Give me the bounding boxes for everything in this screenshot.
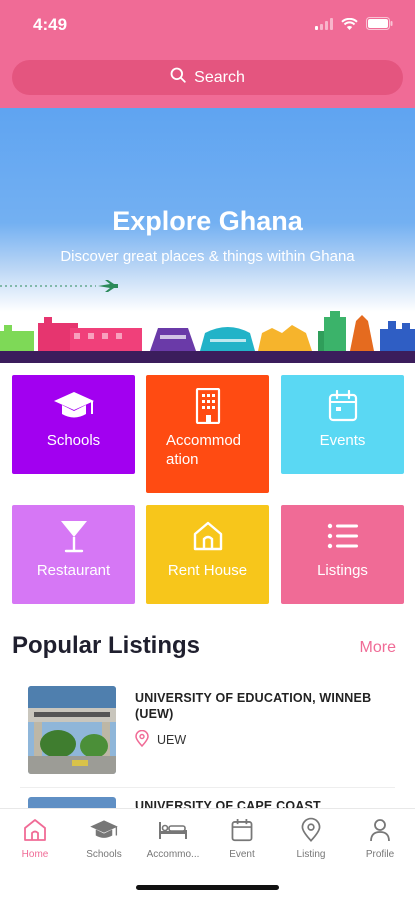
tab-schools[interactable]: Schools [69,815,139,860]
calendar-icon [231,815,253,845]
more-link[interactable]: More [360,639,396,657]
category-label: Events [319,432,366,449]
hero-banner: Explore Ghana Discover great places & th… [0,108,415,363]
bed-icon [158,815,188,845]
tab-home[interactable]: Home [0,815,70,860]
hero-subtitle: Discover great places & things within Gh… [60,248,355,265]
category-label: Rent House [167,562,248,579]
cocktail-glass-icon [59,519,89,553]
app-header: 4:49 Search [0,0,415,108]
graduation-cap-icon [88,815,120,845]
listing-item[interactable]: UNIVERSITY OF EDUCATION, WINNEB (UEW) UE… [28,686,388,776]
listing-title: UNIVERSITY OF EDUCATION, WINNEB (UEW) [135,691,372,721]
listing-item[interactable]: UNIVERSITY OF CAPE COAST [28,797,388,808]
category-events[interactable]: Events [281,375,404,474]
search-placeholder: Search [194,68,245,86]
tab-label: Profile [365,849,395,860]
hero-title: Explore Ghana [112,206,303,236]
tab-label: Listing [296,849,326,860]
person-icon [369,815,391,845]
tab-label: Schools [86,849,122,860]
category-label: Restaurant [36,562,111,579]
category-restaurant[interactable]: Restaurant [12,505,135,604]
tab-label: Event [229,849,255,860]
location-pin-icon [135,729,149,750]
search-input[interactable]: Search [12,60,403,95]
category-label: Accommod ation [166,432,242,468]
listing-title: UNIVERSITY OF CAPE COAST [135,799,321,808]
tab-listing[interactable]: Listing [276,815,346,860]
category-rent-house[interactable]: Rent House [146,505,269,604]
tab-profile[interactable]: Profile [345,815,415,860]
tab-event[interactable]: Event [207,815,277,860]
listing-divider [20,787,395,788]
calendar-icon [328,389,358,423]
list-icon [327,519,359,553]
listing-thumbnail [28,686,116,774]
graduation-cap-icon [52,389,96,423]
category-label: Listings [317,562,368,579]
listing-thumbnail [28,797,116,808]
listing-location: UEW [135,729,187,750]
status-bar: 4:49 [0,0,415,52]
signal-icon [315,17,333,35]
home-indicator [136,885,279,890]
category-schools[interactable]: Schools [12,375,135,474]
listing-tag: UEW [157,733,187,747]
status-icons [315,17,393,35]
tab-label: Accommo... [146,849,200,860]
tab-accommodation[interactable]: Accommo... [138,815,208,860]
house-icon [192,519,224,553]
category-listings[interactable]: Listings [281,505,404,604]
building-icon [194,388,222,424]
search-icon [170,67,186,88]
category-accommodation[interactable]: Accommod ation [146,375,269,493]
section-title: Popular Listings [12,632,201,659]
location-pin-icon [301,815,321,845]
home-icon [23,815,47,845]
ghana-skyline-illustration [0,311,415,363]
wifi-icon [341,17,358,35]
battery-icon [366,17,393,35]
category-label: Schools [46,432,101,449]
tab-label: Home [21,849,49,860]
status-time: 4:49 [33,15,68,34]
